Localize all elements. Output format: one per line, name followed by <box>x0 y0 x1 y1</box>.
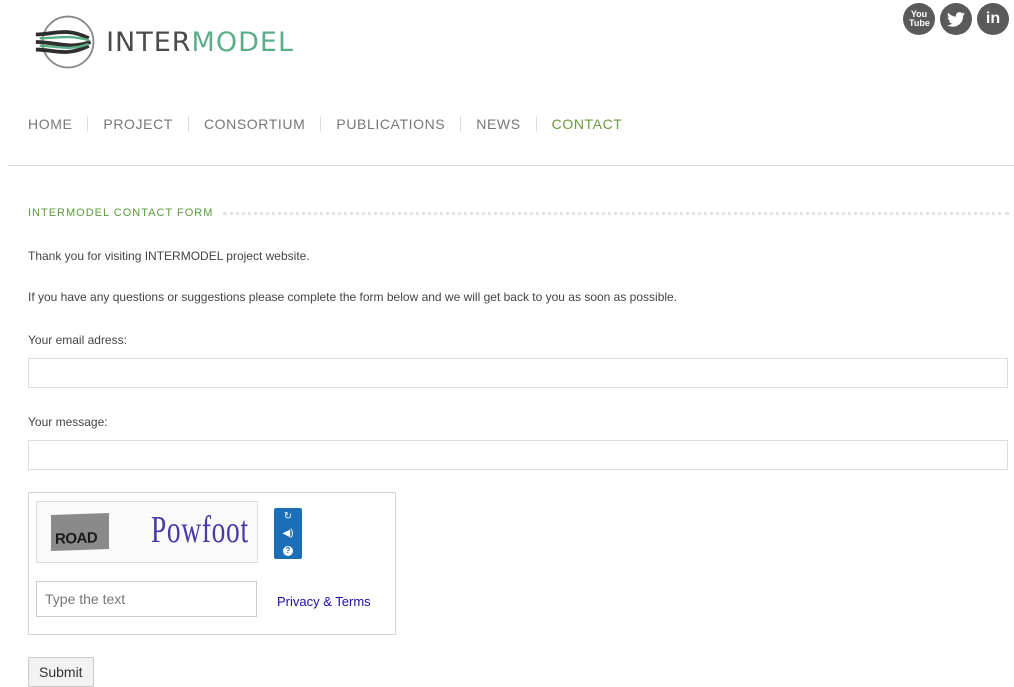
audio-icon[interactable]: ◀) <box>282 528 293 539</box>
nav-separator <box>535 116 537 132</box>
nav-separator <box>87 116 89 132</box>
logo-mark-icon <box>35 15 95 69</box>
twitter-bird-icon <box>947 11 965 27</box>
message-label: Your message: <box>28 415 108 429</box>
nav-item-contact[interactable]: CONTACT <box>552 116 623 132</box>
captcha-road-sign: ROAD <box>51 512 109 552</box>
nav-item-project[interactable]: PROJECT <box>103 116 173 132</box>
privacy-terms-link[interactable]: Privacy & Terms <box>277 594 371 609</box>
recaptcha-widget: ROAD Powfoot ↻ ◀) ? Privacy & Terms <box>28 492 396 635</box>
captcha-word-1: ROAD <box>55 529 98 548</box>
twitter-icon[interactable] <box>940 3 972 35</box>
help-icon[interactable]: ? <box>283 545 293 556</box>
nav-item-publications[interactable]: PUBLICATIONS <box>336 116 445 132</box>
captcha-word-2: Powfoot <box>151 509 249 551</box>
nav-separator <box>187 116 189 132</box>
logo-wordmark: INTERMODEL <box>106 27 294 58</box>
captcha-image: ROAD Powfoot <box>36 501 258 563</box>
logo-text-accent: MODEL <box>191 26 294 58</box>
linkedin-icon[interactable]: in <box>977 3 1009 35</box>
email-label: Your email adress: <box>28 333 127 347</box>
nav-separator <box>460 116 462 132</box>
main-nav: HOME PROJECT CONSORTIUM PUBLICATIONS NEW… <box>28 116 622 132</box>
intro-text-1: Thank you for visiting INTERMODEL projec… <box>28 249 310 263</box>
section-title: INTERMODEL CONTACT FORM <box>28 207 1009 219</box>
email-field[interactable] <box>28 358 1008 388</box>
nav-separator <box>320 116 322 132</box>
nav-item-home[interactable]: HOME <box>28 116 72 132</box>
title-dotted-rule <box>223 211 1009 215</box>
nav-item-news[interactable]: NEWS <box>476 116 520 132</box>
logo-text-main: INTER <box>106 26 192 58</box>
message-field[interactable] <box>28 440 1008 470</box>
nav-item-consortium[interactable]: CONSORTIUM <box>204 116 305 132</box>
site-logo[interactable]: INTERMODEL <box>34 12 294 72</box>
youtube-icon[interactable]: You Tube <box>903 3 935 35</box>
nav-divider <box>8 165 1014 166</box>
social-links: You Tube in <box>903 3 1009 35</box>
youtube-label: You Tube <box>909 9 930 28</box>
linkedin-label: in <box>985 10 1001 27</box>
captcha-controls: ↻ ◀) ? <box>274 508 302 559</box>
refresh-icon[interactable]: ↻ <box>284 511 292 522</box>
submit-button[interactable]: Submit <box>28 657 94 687</box>
intro-text-2: If you have any questions or suggestions… <box>28 290 678 304</box>
contact-form-title: INTERMODEL CONTACT FORM <box>28 207 214 219</box>
captcha-input[interactable] <box>36 581 257 617</box>
